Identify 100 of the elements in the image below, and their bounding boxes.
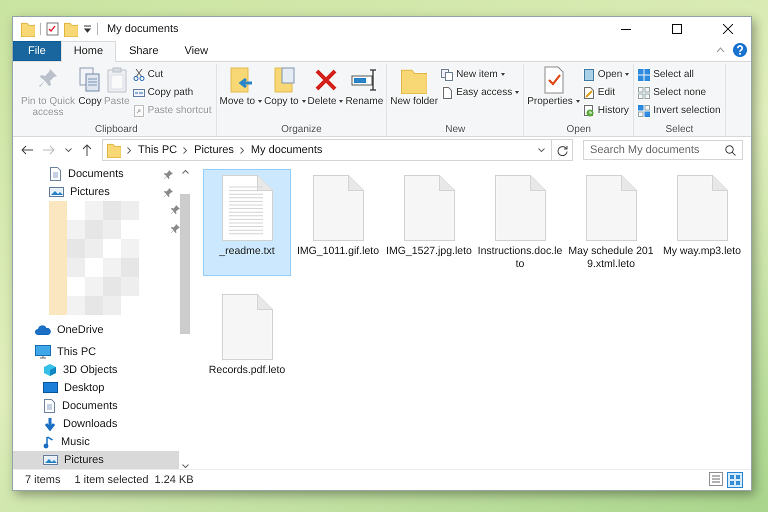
sidebar-item[interactable]: Pictures bbox=[13, 451, 179, 469]
ribbon-button[interactable]: Copy path bbox=[130, 84, 214, 101]
breadcrumb[interactable]: My documents bbox=[250, 144, 322, 156]
blank-document-icon bbox=[221, 294, 273, 360]
new-item-icon bbox=[441, 68, 454, 80]
sidebar-item[interactable]: 3D Objects bbox=[13, 360, 179, 379]
cloud-icon bbox=[35, 324, 51, 335]
sidebar-item[interactable]: OneDrive bbox=[13, 320, 179, 339]
file-item[interactable]: IMG_1527.jpg.leto bbox=[385, 169, 473, 276]
file-item[interactable]: My way.mp3.leto bbox=[658, 169, 746, 276]
file-item[interactable]: _readme.txt bbox=[203, 169, 291, 276]
caret-icon[interactable] bbox=[83, 25, 92, 33]
ribbon-tab[interactable]: Share bbox=[116, 41, 172, 61]
ribbon-button[interactable]: Select none bbox=[636, 84, 723, 101]
sidebar-item[interactable]: This PC bbox=[13, 342, 179, 361]
chevron-right-icon bbox=[240, 146, 245, 154]
caret-icon[interactable] bbox=[538, 148, 545, 152]
help-icon[interactable] bbox=[733, 43, 747, 57]
group-label: New bbox=[444, 123, 466, 136]
history-icon bbox=[582, 104, 595, 116]
group-label: Organize bbox=[280, 123, 323, 136]
pin-icon[interactable] bbox=[171, 224, 180, 233]
chevron-right-icon bbox=[127, 146, 132, 154]
blank-document-icon bbox=[585, 175, 637, 241]
download-arrow-icon bbox=[43, 416, 57, 431]
ribbon-button[interactable]: Delete bbox=[306, 64, 344, 123]
sidebar-item[interactable]: Documents bbox=[13, 396, 179, 415]
sidebar-item[interactable]: Pictures bbox=[13, 183, 179, 202]
address-bar[interactable]: This PC Pictures My documents bbox=[102, 139, 573, 161]
page-icon bbox=[441, 86, 454, 98]
maximize-icon bbox=[672, 24, 682, 34]
blank-document-icon bbox=[403, 175, 455, 241]
details-view-icon[interactable] bbox=[709, 472, 723, 488]
music-note-icon bbox=[43, 434, 55, 449]
item-count: 7 items bbox=[25, 474, 60, 486]
file-item[interactable]: May schedule 2019.xtml.leto bbox=[567, 169, 655, 276]
sidebar-item[interactable]: Music bbox=[13, 432, 179, 452]
ribbon-button[interactable]: Select all bbox=[636, 66, 723, 83]
large-icons-view-icon[interactable] bbox=[727, 472, 743, 488]
file-item[interactable]: Instructions.doc.leto bbox=[476, 169, 564, 276]
ribbon-button[interactable]: New folder bbox=[389, 64, 440, 123]
ribbon-button[interactable]: New item bbox=[439, 66, 522, 83]
picture-icon bbox=[43, 454, 58, 466]
chevron-right-icon bbox=[183, 146, 188, 154]
sidebar-item[interactable]: Downloads bbox=[13, 414, 179, 433]
window-title: My documents bbox=[107, 23, 179, 35]
refresh-icon bbox=[556, 144, 568, 156]
open-icon bbox=[582, 68, 595, 80]
up-arrow-icon[interactable] bbox=[82, 144, 92, 156]
ribbon-button[interactable]: Easy access bbox=[439, 84, 522, 101]
ribbon-button[interactable]: Open bbox=[580, 66, 632, 83]
ribbon-button[interactable]: History bbox=[580, 102, 632, 119]
file-item[interactable]: IMG_1011.gif.leto bbox=[294, 169, 382, 276]
shortcut-icon bbox=[132, 104, 145, 116]
breadcrumb[interactable]: Pictures bbox=[194, 144, 234, 156]
text-document-icon bbox=[221, 175, 273, 241]
file-size: 1.24 KB bbox=[154, 474, 194, 486]
desktop-icon bbox=[43, 382, 58, 394]
grid-outline-icon bbox=[638, 86, 650, 98]
grid-invert-icon bbox=[638, 104, 650, 116]
breadcrumb[interactable]: This PC bbox=[138, 144, 178, 156]
picture-icon bbox=[49, 186, 64, 198]
move-to-icon bbox=[228, 66, 254, 94]
sidebar-item[interactable]: Desktop bbox=[13, 378, 179, 397]
ribbon-button[interactable]: Copy bbox=[77, 64, 103, 123]
search-icon[interactable] bbox=[725, 144, 736, 156]
ribbon-button[interactable]: Rename bbox=[344, 64, 384, 123]
ribbon-button[interactable]: Cut bbox=[130, 66, 214, 83]
back-arrow-icon[interactable] bbox=[21, 145, 33, 155]
ribbon-button[interactable]: Copy to bbox=[263, 64, 307, 123]
ribbon-tab[interactable]: Home bbox=[60, 41, 116, 62]
pin-icon[interactable] bbox=[164, 188, 173, 197]
checklist-icon[interactable] bbox=[46, 22, 59, 36]
ribbon-button[interactable]: Move to bbox=[218, 64, 264, 123]
chevron-up-icon[interactable] bbox=[716, 47, 725, 53]
search-field[interactable]: Search My documents bbox=[583, 140, 743, 160]
document-icon bbox=[43, 398, 56, 413]
copy-icon bbox=[78, 66, 102, 94]
path-icon bbox=[132, 86, 145, 98]
pencil-page-icon bbox=[582, 86, 595, 98]
blank-document-icon bbox=[494, 175, 546, 241]
computer-icon bbox=[35, 344, 51, 359]
document-icon bbox=[49, 167, 62, 182]
group-label: Clipboard bbox=[94, 123, 139, 136]
blank-document-icon bbox=[312, 175, 364, 241]
blank-document-icon bbox=[676, 175, 728, 241]
chevron-down-icon[interactable] bbox=[182, 464, 188, 469]
ribbon-button[interactable]: Properties bbox=[526, 64, 581, 123]
ribbon-tab[interactable]: File bbox=[13, 41, 61, 61]
ribbon-tab[interactable]: View bbox=[171, 41, 222, 61]
file-item[interactable]: Records.pdf.leto bbox=[203, 288, 291, 383]
sidebar-item[interactable]: Documents bbox=[13, 165, 179, 184]
group-label: Open bbox=[566, 123, 592, 136]
ribbon-button[interactable]: Invert selection bbox=[636, 102, 723, 119]
pin-icon[interactable] bbox=[171, 205, 180, 214]
chevron-up-icon[interactable] bbox=[182, 169, 188, 174]
caret-icon[interactable] bbox=[65, 148, 72, 152]
ribbon-button[interactable]: Edit bbox=[580, 84, 632, 101]
close-icon bbox=[723, 24, 733, 34]
pin-icon[interactable] bbox=[164, 170, 173, 179]
